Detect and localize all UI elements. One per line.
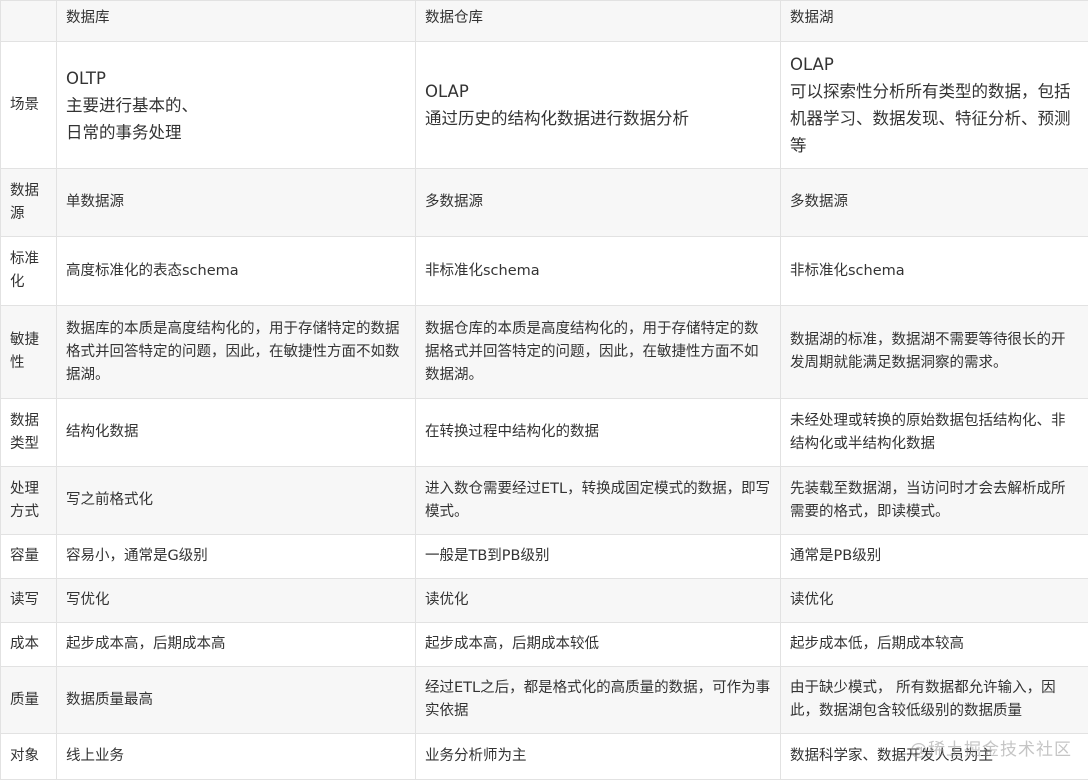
- cell-database: 数据质量最高: [57, 667, 416, 734]
- cell-data-lake: 多数据源: [781, 169, 1088, 237]
- cell-data-lake: 读优化: [781, 579, 1088, 623]
- cell-data-lake: OLAP 可以探索性分析所有类型的数据，包括机器学习、数据发现、特征分析、预测等: [781, 42, 1088, 169]
- cell-database: 高度标准化的表态schema: [57, 237, 416, 306]
- cell-database: 写之前格式化: [57, 467, 416, 535]
- cell-data-lake: 数据湖的标准，数据湖不需要等待很长的开发周期就能满足数据洞察的需求。: [781, 306, 1088, 399]
- cell-data-warehouse: 进入数仓需要经过ETL，转换成固定模式的数据，即写模式。: [416, 467, 781, 535]
- cell-data-warehouse: 在转换过程中结构化的数据: [416, 399, 781, 467]
- row-label: 容量: [1, 535, 57, 579]
- cell-data-warehouse: 数据仓库的本质是高度结构化的，用于存储特定的数据格式并回答特定的问题，因此，在敏…: [416, 306, 781, 399]
- row-label: 敏捷性: [1, 306, 57, 399]
- cell-data-lake: 非标准化schema: [781, 237, 1088, 306]
- row-label: 场景: [1, 42, 57, 169]
- header-cell-data-lake: 数据湖: [781, 1, 1088, 42]
- cell-data-warehouse: 业务分析师为主: [416, 734, 781, 780]
- cell-line: 日常的事务处理: [66, 123, 182, 142]
- cell-data-warehouse: 经过ETL之后，都是格式化的高质量的数据，可作为事实依据: [416, 667, 781, 734]
- cell-data-warehouse: 起步成本高，后期成本较低: [416, 623, 781, 667]
- row-label: 数据源: [1, 169, 57, 237]
- row-label: 成本: [1, 623, 57, 667]
- row-label: 质量: [1, 667, 57, 734]
- cell-data-warehouse: 读优化: [416, 579, 781, 623]
- row-label: 数据类型: [1, 399, 57, 467]
- cell-data-lake: 起步成本低，后期成本较高: [781, 623, 1088, 667]
- cell-line: OLAP: [425, 82, 469, 101]
- cell-database: 结构化数据: [57, 399, 416, 467]
- cell-data-lake: 未经处理或转换的原始数据包括结构化、非结构化或半结构化数据: [781, 399, 1088, 467]
- row-label: 对象: [1, 734, 57, 780]
- cell-data-warehouse: 一般是TB到PB级别: [416, 535, 781, 579]
- row-label: 标准化: [1, 237, 57, 306]
- watermark: @稀土掘金技术社区: [910, 735, 1072, 760]
- row-label: 处理方式: [1, 467, 57, 535]
- cell-database: 单数据源: [57, 169, 416, 237]
- cell-data-lake: 通常是PB级别: [781, 535, 1088, 579]
- table-row-cost: 成本 起步成本高，后期成本高 起步成本高，后期成本较低 起步成本低，后期成本较高: [1, 623, 1088, 667]
- cell-line: 通过历史的结构化数据进行数据分析: [425, 109, 689, 128]
- table-row-standardization: 标准化 高度标准化的表态schema 非标准化schema 非标准化schema: [1, 237, 1088, 306]
- row-label: 读写: [1, 579, 57, 623]
- table-row-processing: 处理方式 写之前格式化 进入数仓需要经过ETL，转换成固定模式的数据，即写模式。…: [1, 467, 1088, 535]
- table-row-capacity: 容量 容易小，通常是G级别 一般是TB到PB级别 通常是PB级别: [1, 535, 1088, 579]
- header-cell-corner: [1, 1, 57, 42]
- cell-line: OLTP: [66, 69, 106, 88]
- cell-database: 写优化: [57, 579, 416, 623]
- table-row-data-source: 数据源 单数据源 多数据源 多数据源: [1, 169, 1088, 237]
- header-cell-database: 数据库: [57, 1, 416, 42]
- table-row-agility: 敏捷性 数据库的本质是高度结构化的，用于存储特定的数据格式并回答特定的问题，因此…: [1, 306, 1088, 399]
- cell-data-warehouse: OLAP 通过历史的结构化数据进行数据分析: [416, 42, 781, 169]
- cell-data-lake: 由于缺少模式， 所有数据都允许输入，因此，数据湖包含较低级别的数据质量: [781, 667, 1088, 734]
- header-row: 数据库 数据仓库 数据湖: [1, 1, 1088, 42]
- table-row-scenario: 场景 OLTP 主要进行基本的、 日常的事务处理 OLAP 通过历史的结构化数据…: [1, 42, 1088, 169]
- cell-line: OLAP: [790, 55, 834, 74]
- comparison-table: 数据库 数据仓库 数据湖 场景 OLTP 主要进行基本的、 日常的事务处理 OL…: [0, 0, 1088, 780]
- cell-database: 起步成本高，后期成本高: [57, 623, 416, 667]
- cell-database: 数据库的本质是高度结构化的，用于存储特定的数据格式并回答特定的问题，因此，在敏捷…: [57, 306, 416, 399]
- cell-database: 线上业务: [57, 734, 416, 780]
- cell-data-warehouse: 非标准化schema: [416, 237, 781, 306]
- cell-line: 可以探索性分析所有类型的数据，包括机器学习、数据发现、特征分析、预测等: [790, 82, 1071, 155]
- cell-data-lake: 先装载至数据湖，当访问时才会去解析成所需要的格式，即读模式。: [781, 467, 1088, 535]
- table-row-quality: 质量 数据质量最高 经过ETL之后，都是格式化的高质量的数据，可作为事实依据 由…: [1, 667, 1088, 734]
- cell-database: 容易小，通常是G级别: [57, 535, 416, 579]
- cell-data-warehouse: 多数据源: [416, 169, 781, 237]
- cell-line: 主要进行基本的、: [66, 96, 198, 115]
- header-cell-data-warehouse: 数据仓库: [416, 1, 781, 42]
- cell-database: OLTP 主要进行基本的、 日常的事务处理: [57, 42, 416, 169]
- table-row-read-write: 读写 写优化 读优化 读优化: [1, 579, 1088, 623]
- table-row-data-type: 数据类型 结构化数据 在转换过程中结构化的数据 未经处理或转换的原始数据包括结构…: [1, 399, 1088, 467]
